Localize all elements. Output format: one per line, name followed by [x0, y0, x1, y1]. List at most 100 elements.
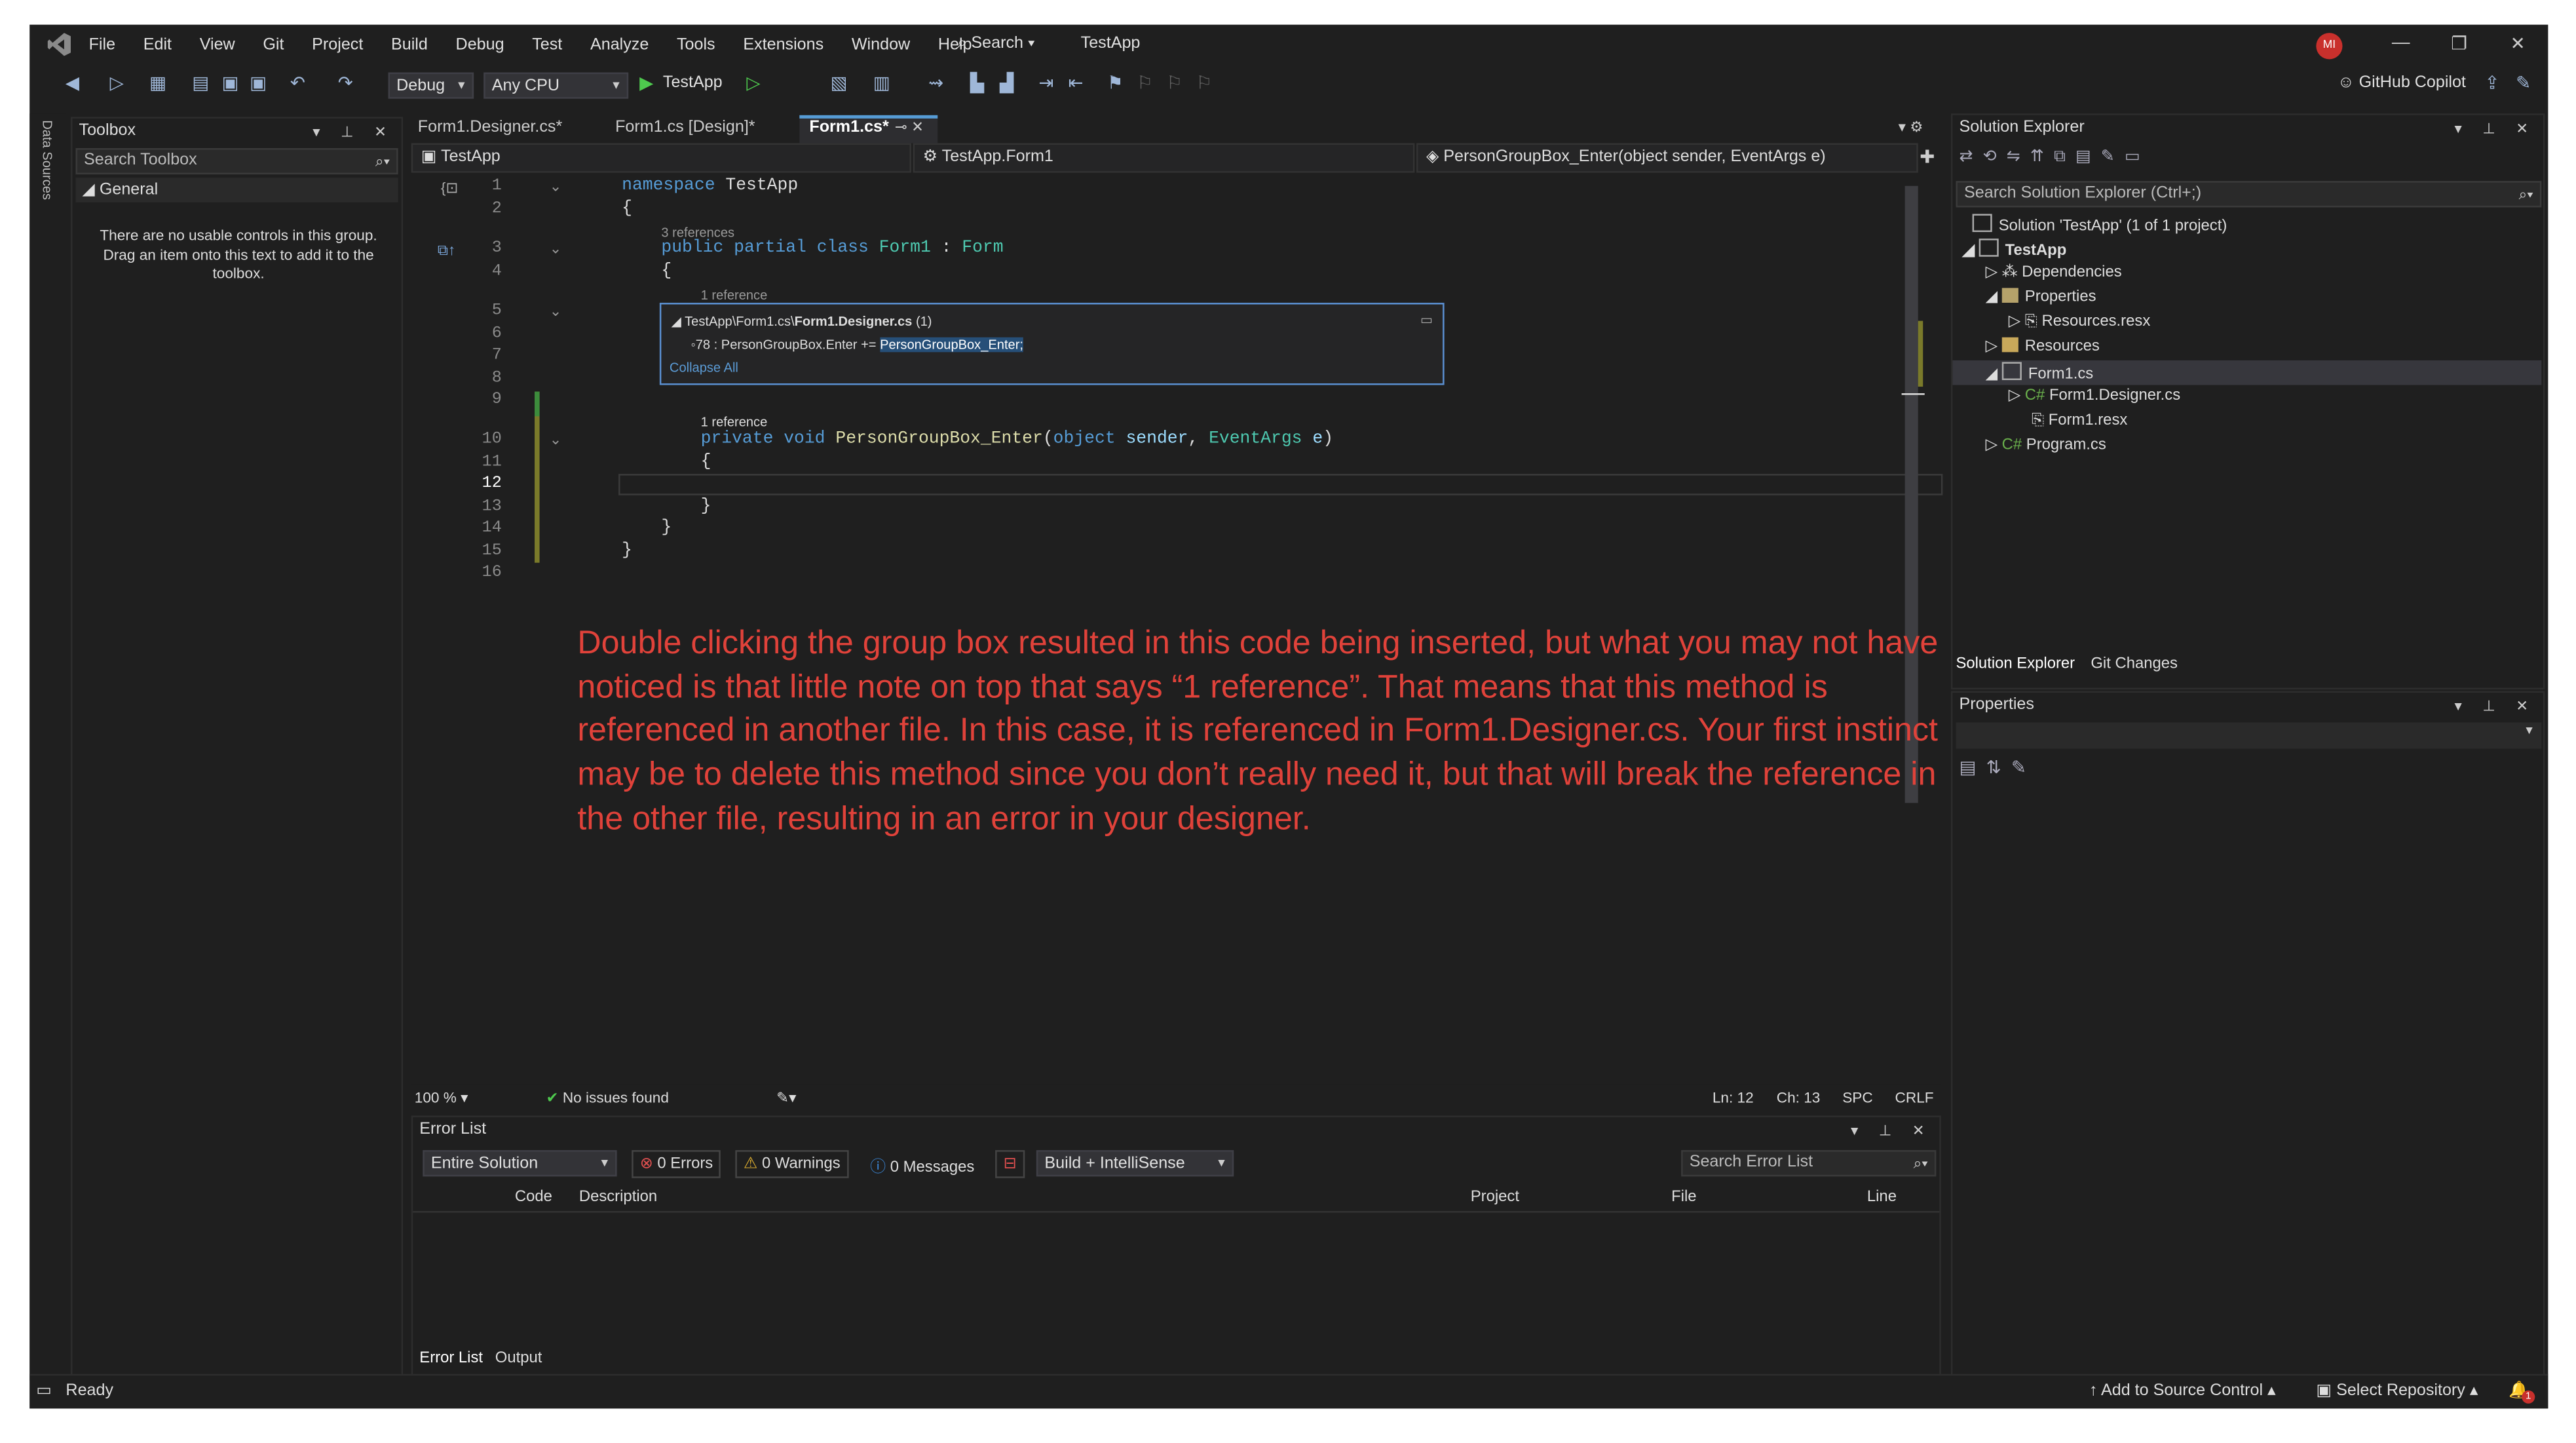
copilot-button[interactable]: ☺ GitHub Copilot	[2338, 74, 2466, 92]
tree-form1-resx[interactable]: ⎘ Form1.resx	[2032, 412, 2127, 430]
toolbox-search-input[interactable]: Search Toolbox ⌕▾	[75, 147, 398, 175]
menu-extensions[interactable]: Extensions	[743, 35, 824, 54]
undo-icon[interactable]: ↶	[288, 74, 307, 94]
properties-toolbar[interactable]: ▤⇅✎	[1959, 757, 2036, 779]
alphabetical-icon[interactable]: ⇅	[1986, 759, 2011, 779]
properties-object-select[interactable]: ▼	[1956, 722, 2542, 749]
toolbox-group-general[interactable]: ◢ General	[75, 178, 398, 202]
bookmark-next-icon[interactable]: ⚐	[1165, 74, 1184, 94]
bookmark-prev-icon[interactable]: ⚐	[1135, 74, 1155, 94]
nav-member-select[interactable]: ◈ PersonGroupBox_Enter(object sender, Ev…	[1416, 143, 1918, 173]
close-icon[interactable]: ✕	[2510, 33, 2526, 54]
collapse-all-link[interactable]: Collapse All	[670, 360, 738, 375]
dock-popup-icon[interactable]: ▭	[1420, 313, 1433, 328]
layout-icon[interactable]: ▥	[872, 74, 892, 94]
panel-pin-close-icon[interactable]: ▾ ⊥ ✕	[2454, 693, 2536, 719]
history-icon[interactable]: ⟲	[1983, 148, 2007, 166]
bookmark-clear-icon[interactable]: ⚐	[1194, 74, 1214, 94]
messages-filter-button[interactable]: ⓘ 0 Messages	[870, 1153, 974, 1177]
references-popup[interactable]: ◢ TestApp\Form1.cs\Form1.Designer.cs (1)…	[659, 303, 1445, 385]
collapse-all-icon[interactable]: ⇈	[2030, 148, 2054, 166]
menu-debug[interactable]: Debug	[456, 35, 504, 54]
tree-properties[interactable]: ◢ Properties	[1986, 288, 2096, 306]
panel-pin-close-icon[interactable]: ▾ ⊥ ✕	[313, 119, 394, 145]
tree-dependencies[interactable]: ▷ ⁂ Dependencies	[1986, 263, 2122, 282]
tree-solution[interactable]: Solution 'TestApp' (1 of 1 project)	[1972, 214, 2227, 235]
browser-icon[interactable]: ▧	[829, 74, 848, 94]
tree-program-cs[interactable]: ▷ C# Program.cs	[1986, 436, 2106, 454]
menu-window[interactable]: Window	[852, 35, 910, 54]
show-all-icon[interactable]: ▤	[2075, 148, 2101, 166]
new-project-icon[interactable]: ▦	[148, 74, 168, 94]
column-file[interactable]: File	[1671, 1188, 1696, 1206]
forward-icon[interactable]: ▷	[107, 74, 126, 94]
tree-project[interactable]: ◢ TestApp	[1963, 239, 2066, 260]
error-search-input[interactable]: Search Error List ⌕▾	[1681, 1150, 1937, 1177]
menu-edit[interactable]: Edit	[143, 35, 172, 54]
run-without-debug-icon[interactable]: ▷	[744, 74, 763, 94]
tab-form1-design[interactable]: Form1.cs [Design]*	[615, 115, 755, 142]
peek-reference-line[interactable]: ◦78 : PersonGroupBox.Enter += PersonGrou…	[691, 337, 1023, 353]
menu-file[interactable]: File	[89, 35, 115, 54]
platform-select[interactable]: Any CPU ▼	[483, 72, 629, 99]
run-icon[interactable]: ▶	[637, 74, 656, 94]
copy-icon[interactable]: ⧉	[2054, 148, 2075, 166]
property-pages-icon[interactable]: ✎	[2011, 759, 2036, 779]
menu-build[interactable]: Build	[391, 35, 428, 54]
column-project[interactable]: Project	[1471, 1188, 1519, 1206]
data-sources-tab[interactable]: Data Sources	[39, 120, 54, 200]
panel-pin-close-icon[interactable]: ▾ ⊥ ✕	[2454, 115, 2536, 142]
restore-icon[interactable]: ❐	[2451, 33, 2467, 54]
config-select[interactable]: Debug ▼	[388, 72, 474, 99]
tab-form1-cs[interactable]: Form1.cs*	[809, 115, 888, 142]
tab-output[interactable]: Output	[495, 1349, 542, 1368]
pending-icon[interactable]: ⇋	[2007, 148, 2030, 166]
align-icon[interactable]: ▙	[967, 74, 987, 94]
data-sources-strip[interactable]: Data Sources	[29, 113, 66, 1381]
tree-resources[interactable]: ▷ Resources	[1986, 337, 2100, 355]
menu-tools[interactable]: Tools	[677, 35, 715, 54]
tab-overflow-icon[interactable]: ▾ ⚙	[1899, 119, 1923, 137]
indent-icon[interactable]: ⇥	[1036, 74, 1056, 94]
tree-form1-cs[interactable]: ◢ Form1.cs	[1986, 362, 2093, 383]
categorized-icon[interactable]: ▤	[1959, 759, 1986, 779]
column-code[interactable]: Code	[515, 1188, 552, 1206]
tree-resources-resx[interactable]: ▷ ⎘ Resources.resx	[2009, 313, 2150, 331]
column-description[interactable]: Description	[579, 1188, 657, 1206]
collapse-icon[interactable]: ⌄	[550, 431, 562, 450]
horizontal-scrollbar[interactable]	[846, 1088, 1698, 1106]
whitespace-mode[interactable]: SPC	[1842, 1089, 1872, 1106]
build-filter-select[interactable]: Build + IntelliSense ▼	[1036, 1150, 1234, 1177]
codelens-reference[interactable]: 1 reference	[701, 288, 768, 303]
nav-project-select[interactable]: ▣ TestApp	[411, 143, 912, 173]
add-source-control-button[interactable]: ↑ Add to Source Control ▴	[2089, 1382, 2276, 1400]
column-line[interactable]: Line	[1867, 1188, 1897, 1206]
back-icon[interactable]: ◀	[62, 74, 82, 94]
properties-icon[interactable]: ✎	[2101, 148, 2125, 166]
save-icon[interactable]: ▣	[220, 74, 240, 94]
step-icon[interactable]: ⇝	[926, 74, 946, 94]
collapse-icon[interactable]: ⌄	[550, 178, 562, 196]
avatar[interactable]: MI	[2316, 33, 2343, 60]
collapse-icon[interactable]: ⌄	[550, 240, 562, 259]
error-scope-select[interactable]: Entire Solution ▼	[423, 1150, 617, 1177]
nav-class-select[interactable]: ⚙ TestApp.Form1	[913, 143, 1415, 173]
tab-form1-designer[interactable]: Form1.Designer.cs*	[418, 115, 562, 142]
redo-icon[interactable]: ↷	[335, 74, 355, 94]
zoom-select[interactable]: 100 % ▾	[415, 1089, 468, 1107]
save-all-icon[interactable]: ▣	[248, 74, 268, 94]
tab-pin-close-icon[interactable]: ⊸ ✕	[895, 119, 924, 137]
share-icon[interactable]: ⇪	[2482, 74, 2502, 94]
menu-git[interactable]: Git	[263, 35, 284, 54]
menu-view[interactable]: View	[200, 35, 235, 54]
search-menu[interactable]: ⌕ Search ▾	[957, 35, 1034, 53]
tab-git-changes[interactable]: Git Changes	[2091, 655, 2178, 673]
filter-icon[interactable]: ⊟	[995, 1150, 1025, 1178]
align2-icon[interactable]: ▟	[997, 74, 1017, 94]
outdent-icon[interactable]: ⇤	[1066, 74, 1086, 94]
solution-toolbar[interactable]: ⇄⟲⇋⇈⧉▤✎▭	[1959, 148, 2150, 166]
errors-filter-button[interactable]: ⊗ 0 Errors	[632, 1150, 721, 1178]
tree-form1-designer[interactable]: ▷ C# Form1.Designer.cs	[2009, 387, 2180, 405]
codelens-reference-active[interactable]: 1 reference	[701, 415, 768, 430]
preview-icon[interactable]: ▭	[2125, 148, 2150, 166]
